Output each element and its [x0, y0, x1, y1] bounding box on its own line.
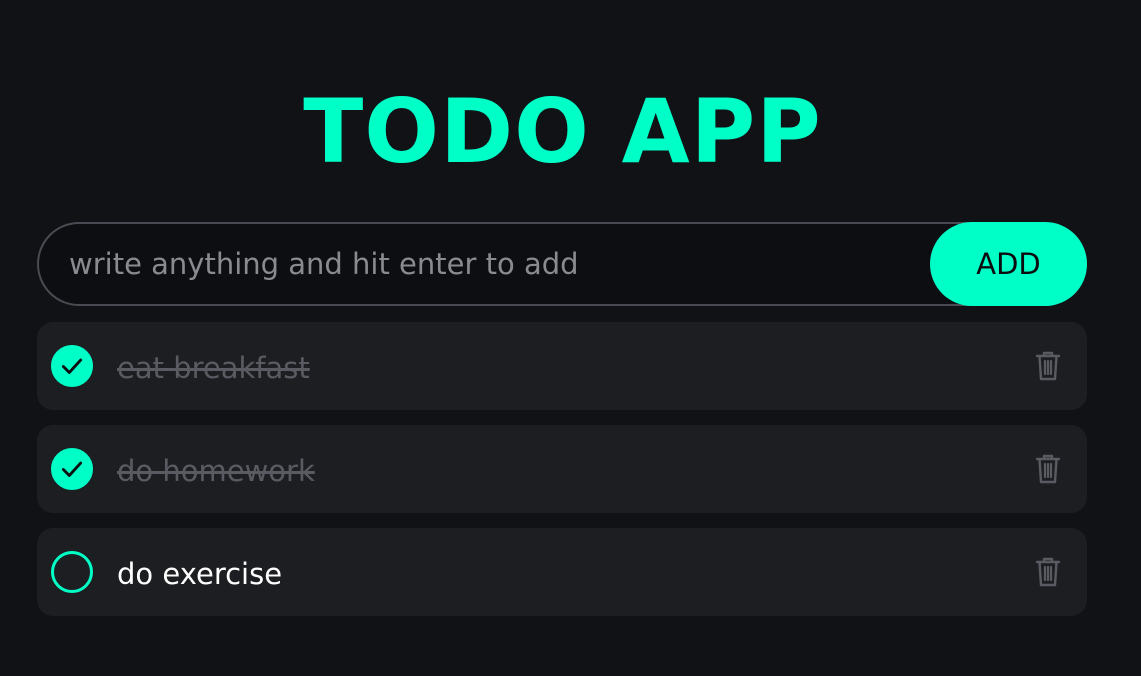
todo-input[interactable] [69, 224, 929, 304]
todo-checkbox[interactable] [51, 448, 93, 490]
todo-item: do exercise [37, 528, 1087, 616]
check-icon [61, 461, 83, 477]
add-button[interactable]: ADD [930, 222, 1087, 306]
todo-app: TODO APP ADD eat breakfast [0, 0, 1141, 676]
trash-icon[interactable] [1033, 453, 1063, 485]
todo-text: do homework [117, 454, 315, 488]
todo-checkbox[interactable] [51, 345, 93, 387]
check-icon [61, 358, 83, 374]
todo-text: eat breakfast [117, 351, 310, 385]
trash-icon[interactable] [1033, 350, 1063, 382]
trash-icon[interactable] [1033, 556, 1063, 588]
todo-list: eat breakfast do homework do exercise [37, 322, 1087, 631]
todo-text: do exercise [117, 557, 283, 591]
page-title: TODO APP [303, 80, 822, 183]
todo-checkbox[interactable] [51, 551, 93, 593]
todo-item: do homework [37, 425, 1087, 513]
todo-item: eat breakfast [37, 322, 1087, 410]
